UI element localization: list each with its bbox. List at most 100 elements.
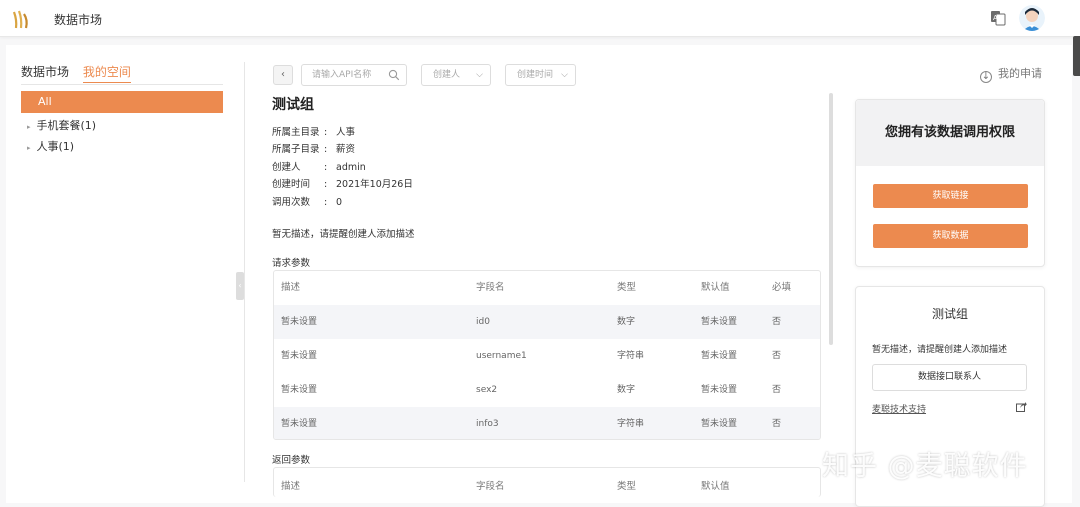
meta-key: 所属主目录: [272, 127, 320, 138]
meta-row: 所属主目录: 人事: [272, 124, 355, 138]
meta-row: 创建人: admin: [272, 159, 366, 173]
arrow-down-circle-icon: ↓: [980, 71, 992, 83]
table-cell: sex2: [476, 385, 498, 395]
meta-key: 所属子目录: [272, 144, 320, 155]
table-cell: 否: [772, 351, 782, 361]
back-button[interactable]: ‹: [273, 65, 293, 85]
translate-icon[interactable]: A: [990, 10, 1006, 26]
table-row: 暂未设置 info3 字符串 暂未设置 否: [274, 407, 820, 439]
meta-row: 调用次数:0: [272, 194, 342, 208]
table-header-cell: 字段名: [476, 282, 505, 293]
meta-key: 调用次数: [272, 197, 311, 208]
get-link-button[interactable]: 获取链接: [873, 184, 1028, 208]
description-text: 暂无描述，请提醒创建人添加描述: [272, 229, 415, 240]
chevron-down-icon: ⌵: [561, 70, 568, 80]
caret-right-icon[interactable]: ▸: [27, 144, 31, 152]
page-title: 测试组: [272, 97, 314, 113]
meta-value: 薪资: [336, 144, 356, 155]
table-cell: 暂未设置: [281, 351, 318, 361]
search-icon[interactable]: [388, 69, 400, 81]
top-bar: 数据市场 A: [0, 0, 1080, 37]
sidebar-item-label: 人事(1): [36, 140, 75, 153]
table-row: 暂未设置 id0 数字 暂未设置 否: [274, 305, 820, 339]
caret-right-icon[interactable]: ▸: [27, 123, 31, 131]
creator-select-label: 创建人: [433, 70, 461, 80]
my-apply-link[interactable]: ↓ 我的申请: [980, 65, 1042, 83]
table-header-cell: 字段名: [476, 481, 505, 492]
sidebar-item-phone-plan[interactable]: ▸ 手机套餐(1): [27, 117, 96, 133]
table-cell: 字符串: [617, 351, 645, 361]
sidebar-separator: [244, 62, 245, 482]
chevron-down-icon: ⌵: [476, 70, 483, 80]
table-cell: 暂未设置: [701, 419, 738, 429]
search-input[interactable]: [312, 65, 392, 85]
info-card-description: 暂无描述，请提醒创建人添加描述: [872, 345, 1008, 355]
content-scrollbar[interactable]: [829, 93, 833, 345]
table-cell: 暂未设置: [701, 385, 738, 395]
table-header-row: 描述 字段名 类型 默认值: [274, 470, 820, 497]
info-card-title: 测试组: [931, 307, 968, 321]
request-params-table: 描述 字段名 类型 默认值 必填 暂未设置 id0 数字 暂未设置 否 暂未设置…: [273, 270, 821, 440]
contact-button[interactable]: 数据接口联系人: [872, 364, 1027, 391]
meta-row: 所属子目录: 薪资: [272, 141, 355, 155]
get-data-button[interactable]: 获取数据: [873, 224, 1028, 248]
table-cell: 暂未设置: [281, 419, 318, 429]
table-cell: 字符串: [617, 419, 645, 429]
sidebar-tabs: 数据市场 我的空间: [21, 63, 141, 83]
table-header-row: 描述 字段名 类型 默认值 必填: [274, 271, 820, 305]
side-edge-tab[interactable]: [1073, 36, 1080, 76]
table-row: 暂未设置 username1 字符串 暂未设置 否: [274, 339, 820, 373]
table-header-cell: 类型: [617, 481, 637, 492]
collapse-handle-icon[interactable]: ‹: [236, 272, 244, 300]
request-params-label: 请求参数: [272, 258, 311, 269]
table-row: 暂未设置 sex2 数字 暂未设置 否: [274, 373, 820, 407]
share-icon[interactable]: [1016, 401, 1027, 412]
meta-value: 0: [336, 197, 343, 208]
table-cell: 暂未设置: [701, 351, 738, 361]
tab-my-space[interactable]: 我的空间: [82, 63, 131, 83]
table-cell: 数字: [617, 385, 636, 395]
sidebar-item-all[interactable]: All: [21, 91, 223, 113]
sidebar-item-hr[interactable]: ▸ 人事(1): [27, 138, 74, 154]
table-cell: 否: [772, 385, 782, 395]
table-cell: 暂未设置: [281, 385, 318, 395]
logo-icon: [12, 10, 28, 29]
avatar[interactable]: [1019, 5, 1045, 31]
table-cell: 暂未设置: [701, 317, 738, 327]
app-title: 数据市场: [54, 13, 103, 27]
meta-row: 创建时间:2021年10月26日: [272, 176, 413, 190]
table-header-cell: 描述: [281, 282, 301, 293]
return-params-label: 返回参数: [272, 455, 311, 466]
my-apply-label: 我的申请: [998, 67, 1042, 80]
sidebar-item-label: 手机套餐(1): [36, 119, 97, 132]
table-header-cell: 默认值: [701, 481, 730, 492]
return-params-table: 描述 字段名 类型 默认值: [273, 467, 821, 497]
meta-value: 人事: [336, 127, 356, 138]
table-cell: 数字: [617, 317, 636, 327]
watermark: 知乎 @麦聪软件: [822, 451, 1028, 482]
permission-card: 您拥有该数据调用权限 获取链接 获取数据: [855, 99, 1045, 267]
tech-support-link[interactable]: 麦聪技术支持: [872, 402, 926, 415]
table-cell: 暂未设置: [281, 317, 318, 327]
permission-title: 您拥有该数据调用权限: [856, 100, 1044, 166]
creator-select[interactable]: 创建人 ⌵: [421, 64, 491, 86]
sidebar-divider: [21, 84, 223, 85]
search-box[interactable]: [301, 64, 407, 86]
table-cell: username1: [476, 351, 527, 361]
svg-text:A: A: [993, 14, 998, 22]
table-header-cell: 必填: [772, 282, 792, 293]
table-cell: 否: [772, 419, 782, 429]
meta-value: admin: [336, 162, 366, 173]
table-header-cell: 类型: [617, 282, 637, 293]
table-cell: id0: [476, 317, 490, 327]
time-select-label: 创建时间: [517, 70, 554, 80]
meta-value: 2021年10月26日: [336, 179, 413, 190]
meta-key: 创建人: [272, 162, 301, 173]
tab-data-market[interactable]: 数据市场: [21, 63, 69, 80]
table-header-cell: 描述: [281, 481, 301, 492]
meta-key: 创建时间: [272, 179, 311, 190]
table-cell: 否: [772, 317, 782, 327]
table-header-cell: 默认值: [701, 282, 730, 293]
table-cell: info3: [476, 419, 499, 429]
time-select[interactable]: 创建时间 ⌵: [505, 64, 576, 86]
